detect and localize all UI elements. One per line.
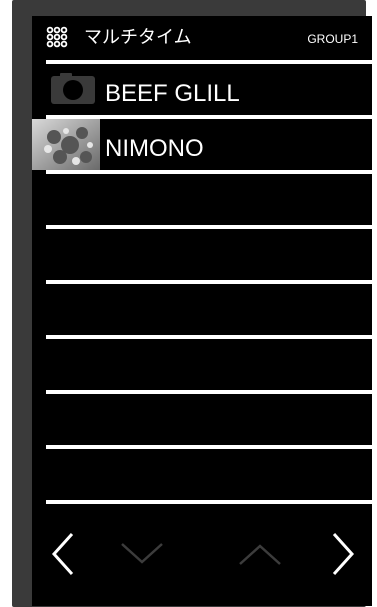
list-item-empty[interactable] xyxy=(32,225,372,280)
list-item-empty[interactable] xyxy=(32,170,372,225)
list-item-empty[interactable] xyxy=(32,445,372,500)
list-item-empty[interactable] xyxy=(32,390,372,445)
row-separator xyxy=(46,390,372,394)
screen: マルチタイム GROUP1 BEEF GLILL NIMONO xyxy=(32,16,372,606)
row-separator xyxy=(46,170,372,174)
food-photo xyxy=(32,119,100,170)
row-separator xyxy=(46,225,372,229)
group-label[interactable]: GROUP1 xyxy=(307,32,358,46)
header-bar: マルチタイム GROUP1 xyxy=(32,16,372,60)
page-title: マルチタイム xyxy=(84,27,192,48)
list-item-empty[interactable] xyxy=(32,335,372,390)
chevron-down-icon[interactable] xyxy=(114,526,170,582)
chevron-left-icon[interactable] xyxy=(38,526,94,582)
row-separator xyxy=(46,280,372,284)
list-item-empty[interactable] xyxy=(32,280,372,335)
row-separator xyxy=(46,335,372,339)
camera-icon xyxy=(46,64,100,115)
list-end xyxy=(32,500,372,504)
chevron-right-icon[interactable] xyxy=(312,526,368,582)
list-item-label: NIMONO xyxy=(105,135,204,162)
list-item-beef-glill[interactable]: BEEF GLILL xyxy=(32,60,372,115)
device-frame: マルチタイム GROUP1 BEEF GLILL NIMONO xyxy=(12,0,372,607)
list-item-nimono[interactable]: NIMONO xyxy=(32,115,372,170)
row-separator xyxy=(46,500,372,504)
row-separator xyxy=(46,445,372,449)
chevron-up-icon[interactable] xyxy=(232,526,288,582)
grid-menu-icon[interactable] xyxy=(46,26,68,48)
list-item-label: BEEF GLILL xyxy=(105,80,240,107)
